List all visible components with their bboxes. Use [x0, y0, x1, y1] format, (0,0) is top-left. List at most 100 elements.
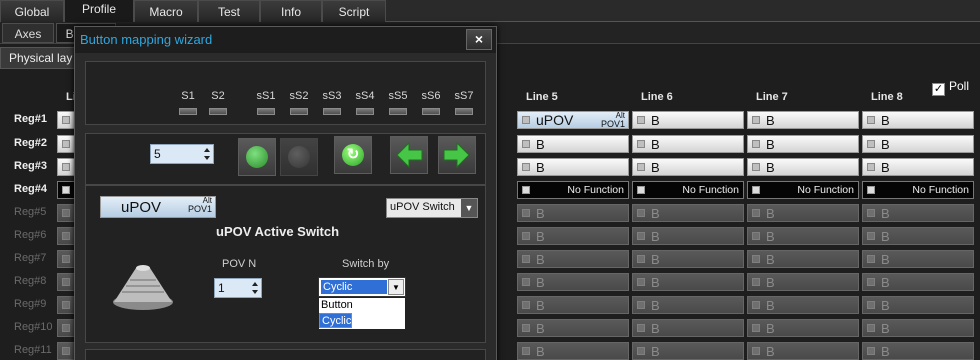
- checkbox-icon[interactable]: [62, 163, 70, 171]
- paste-button[interactable]: [280, 138, 318, 176]
- mapping-cell[interactable]: B: [517, 158, 629, 176]
- mapping-cell[interactable]: B: [862, 227, 974, 245]
- checkbox-icon[interactable]: [867, 116, 875, 124]
- checkbox-icon[interactable]: [867, 163, 875, 171]
- checkbox-icon[interactable]: [752, 324, 760, 332]
- checkbox-icon[interactable]: [637, 186, 645, 194]
- checkbox-icon[interactable]: [752, 209, 760, 217]
- checkbox-icon[interactable]: [522, 347, 530, 355]
- mapping-cell[interactable]: B: [747, 296, 859, 314]
- mapping-cell[interactable]: B: [862, 319, 974, 337]
- checkbox-icon[interactable]: [522, 116, 530, 124]
- mapping-cell[interactable]: B: [517, 227, 629, 245]
- mapping-cell[interactable]: B: [517, 273, 629, 291]
- checkbox-icon[interactable]: [637, 232, 645, 240]
- checkbox-icon[interactable]: [637, 324, 645, 332]
- mapping-cell[interactable]: No Function: [632, 181, 744, 199]
- mapping-cell[interactable]: B: [747, 342, 859, 360]
- checkbox-icon[interactable]: [752, 347, 760, 355]
- previous-button[interactable]: [390, 136, 428, 174]
- checkbox-icon[interactable]: [867, 347, 875, 355]
- mapping-cell[interactable]: B: [517, 342, 629, 360]
- checkbox-icon[interactable]: [62, 324, 70, 332]
- mapping-cell[interactable]: B: [632, 204, 744, 222]
- mapping-cell[interactable]: B: [747, 204, 859, 222]
- checkbox-icon[interactable]: [637, 255, 645, 263]
- checkbox-icon[interactable]: [752, 301, 760, 309]
- checkbox-icon[interactable]: [867, 140, 875, 148]
- mapping-cell[interactable]: B: [862, 273, 974, 291]
- mapping-cell[interactable]: B: [632, 250, 744, 268]
- mapping-cell[interactable]: No Function: [517, 181, 629, 199]
- arrow-down-icon[interactable]: [204, 156, 210, 160]
- checkbox-icon[interactable]: [522, 186, 530, 194]
- mapping-cell[interactable]: No Function: [747, 181, 859, 199]
- checkbox-icon[interactable]: [752, 163, 760, 171]
- checkbox-icon[interactable]: [522, 324, 530, 332]
- mapping-cell[interactable]: B: [862, 135, 974, 153]
- mapping-cell[interactable]: B: [862, 250, 974, 268]
- checkbox-icon[interactable]: [637, 163, 645, 171]
- checkbox-icon[interactable]: [867, 186, 875, 194]
- checkbox-icon[interactable]: [637, 278, 645, 286]
- checkbox-icon[interactable]: [867, 324, 875, 332]
- mapping-cell[interactable]: B: [632, 158, 744, 176]
- mapping-cell[interactable]: B: [862, 111, 974, 129]
- pov-n-stepper[interactable]: 1: [214, 278, 262, 298]
- checkbox-icon[interactable]: [752, 140, 760, 148]
- checkbox-icon[interactable]: [867, 301, 875, 309]
- mapping-cell[interactable]: B: [517, 250, 629, 268]
- tab-global[interactable]: Global: [0, 0, 64, 22]
- reset-button[interactable]: ↻: [334, 136, 372, 174]
- physical-layout-tab[interactable]: Physical lay: [0, 47, 82, 69]
- checkbox-icon[interactable]: [752, 186, 760, 194]
- mapping-cell[interactable]: B: [747, 111, 859, 129]
- copy-button[interactable]: [238, 138, 276, 176]
- mapping-cell[interactable]: B: [862, 296, 974, 314]
- checkbox-icon[interactable]: [522, 140, 530, 148]
- mapping-cell[interactable]: B: [862, 342, 974, 360]
- mapping-cell[interactable]: B: [517, 204, 629, 222]
- mapping-cell[interactable]: B: [632, 296, 744, 314]
- arrow-up-icon[interactable]: [252, 282, 258, 286]
- count-stepper[interactable]: 5: [150, 144, 214, 164]
- checkbox-icon[interactable]: [752, 278, 760, 286]
- tab-script[interactable]: Script: [322, 0, 386, 22]
- checkbox-icon[interactable]: [62, 116, 70, 124]
- checkbox-icon[interactable]: [522, 209, 530, 217]
- tab-macro[interactable]: Macro: [134, 0, 198, 22]
- checkbox-icon[interactable]: [637, 347, 645, 355]
- checkbox-icon[interactable]: [637, 209, 645, 217]
- mapping-cell[interactable]: B: [747, 273, 859, 291]
- mapping-cell[interactable]: B: [747, 135, 859, 153]
- subtab-axes[interactable]: Axes: [2, 23, 54, 43]
- checkbox-icon[interactable]: [62, 255, 70, 263]
- checkbox-icon[interactable]: [62, 278, 70, 286]
- tab-info[interactable]: Info: [260, 0, 322, 22]
- mapping-cell[interactable]: B: [632, 342, 744, 360]
- mapping-cell[interactable]: B: [632, 135, 744, 153]
- mapping-cell[interactable]: uPOV Alt POV1: [517, 111, 629, 129]
- tab-test[interactable]: Test: [198, 0, 260, 22]
- tab-profile[interactable]: Profile: [64, 0, 134, 22]
- poll-checkbox[interactable]: ✓ Poll: [932, 79, 969, 96]
- mapping-cell[interactable]: B: [747, 250, 859, 268]
- checkbox-icon[interactable]: [62, 232, 70, 240]
- checkbox-icon[interactable]: [867, 255, 875, 263]
- option-cyclic[interactable]: Cyclic: [319, 313, 353, 328]
- checkbox-icon[interactable]: [752, 232, 760, 240]
- mapping-cell[interactable]: B: [747, 227, 859, 245]
- arrow-up-icon[interactable]: [204, 148, 210, 152]
- mode-select[interactable]: uPOV Switch ▼: [386, 198, 478, 218]
- checkbox-icon[interactable]: [522, 255, 530, 263]
- close-button[interactable]: ×: [466, 29, 492, 50]
- next-button[interactable]: [438, 136, 476, 174]
- checkbox-icon[interactable]: [867, 209, 875, 217]
- checkbox-icon[interactable]: [62, 209, 70, 217]
- checkbox-icon[interactable]: [752, 116, 760, 124]
- checkbox-icon[interactable]: [752, 255, 760, 263]
- chevron-down-icon[interactable]: ▼: [388, 279, 404, 295]
- checkbox-icon[interactable]: [62, 186, 70, 194]
- checkbox-icon[interactable]: [62, 301, 70, 309]
- option-button[interactable]: Button: [319, 298, 405, 313]
